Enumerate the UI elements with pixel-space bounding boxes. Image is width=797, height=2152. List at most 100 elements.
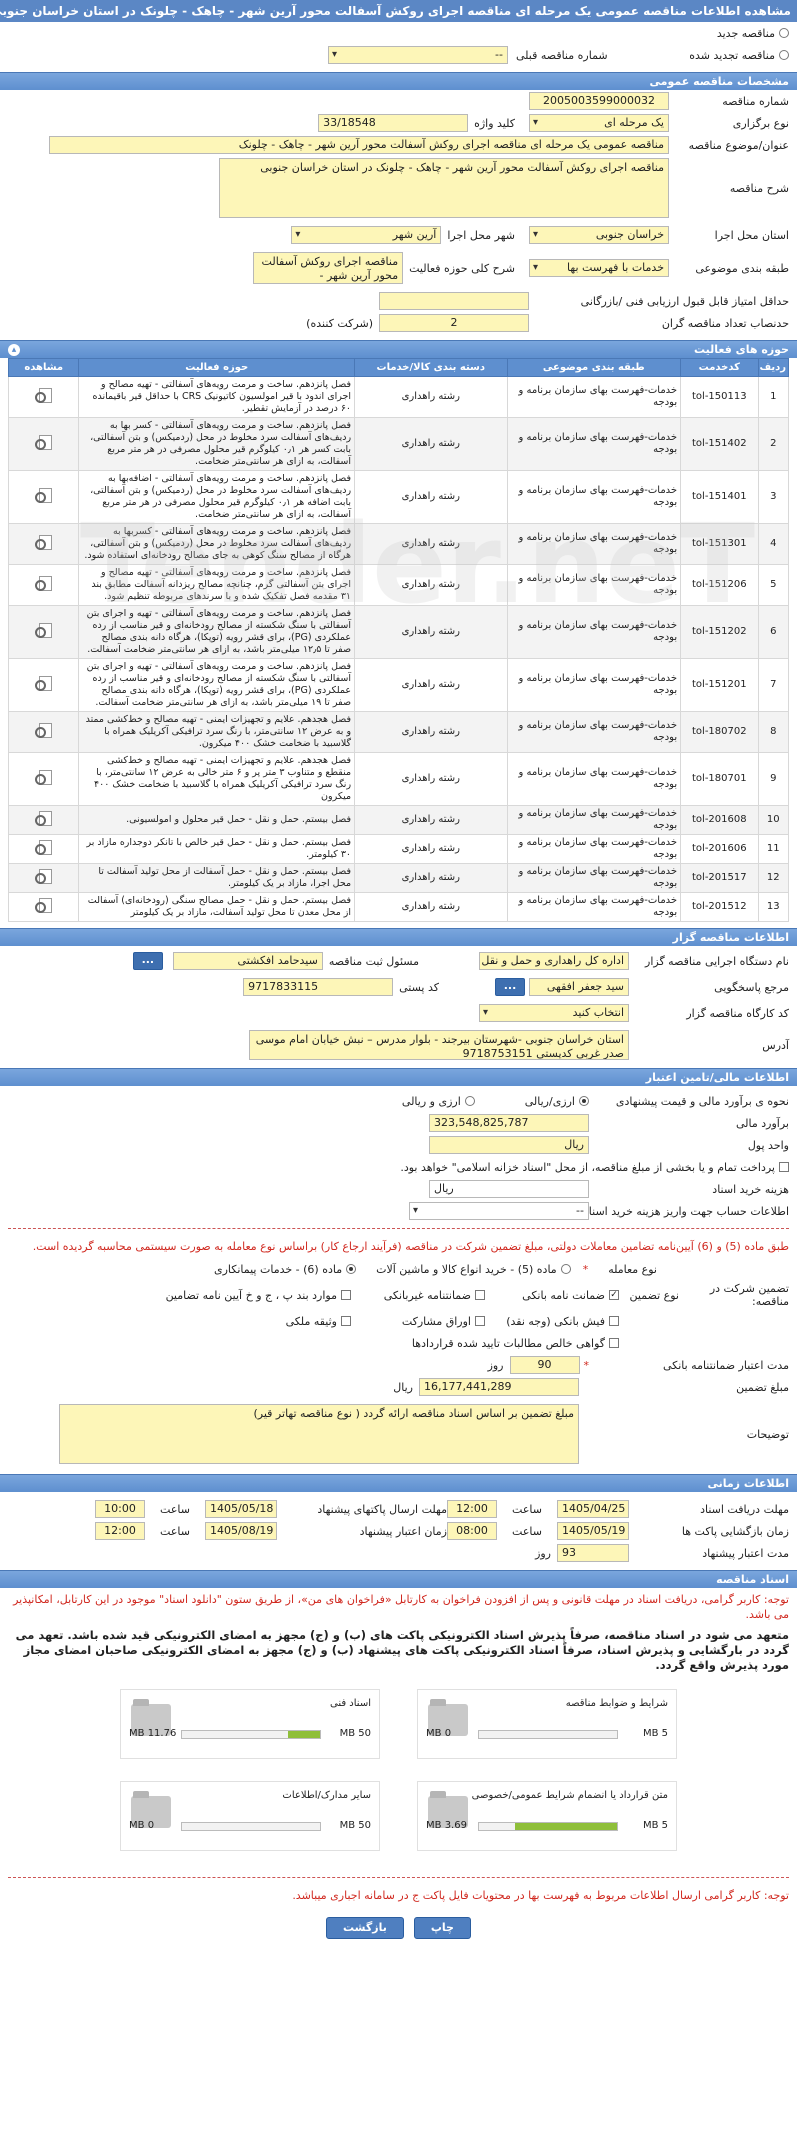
renewed-tender-radio[interactable] — [779, 50, 789, 60]
row-group: رشته راهداری — [354, 417, 508, 471]
prev-number-select[interactable]: -- — [328, 46, 508, 64]
notes-field[interactable]: مبلغ تضمین بر اساس اسناد مناقصه ارائه گر… — [59, 1404, 579, 1464]
view-document-icon[interactable] — [34, 838, 54, 856]
validity-date-field[interactable]: 1405/08/19 — [205, 1522, 277, 1540]
receive-deadline-label: مهلت دریافت اسناد — [700, 1502, 789, 1516]
receive-time-field[interactable]: 12:00 — [447, 1500, 497, 1518]
row-code: tol-151206 — [680, 564, 759, 606]
new-tender-radio[interactable] — [779, 28, 789, 38]
city-select[interactable]: آرین شهر — [291, 226, 442, 244]
estimate-amount-field[interactable]: 323,548,825,787 — [429, 1114, 589, 1132]
row-group: رشته راهداری — [354, 564, 508, 606]
print-button[interactable]: چاپ — [413, 1917, 471, 1939]
org-name-field[interactable]: اداره کل راهداری و حمل و نقل — [479, 952, 629, 970]
guarantee-amount-unit: ریال — [393, 1380, 413, 1394]
view-document-icon[interactable] — [34, 768, 54, 786]
row-group: رشته راهداری — [354, 892, 508, 922]
regulation-items-checkbox[interactable] — [341, 1290, 351, 1300]
row-code: tol-150113 — [680, 376, 759, 418]
cash-checkbox[interactable] — [609, 1316, 619, 1326]
registrar-field[interactable]: سیدحامد افکشتی — [172, 952, 323, 970]
reference-select-button[interactable]: ... — [495, 978, 525, 996]
doc-title: اسناد فنی — [330, 1698, 371, 1709]
back-button[interactable]: بازگشت — [326, 1917, 404, 1939]
view-document-icon[interactable] — [34, 533, 54, 551]
view-document-icon[interactable] — [34, 721, 54, 739]
property-checkbox[interactable] — [341, 1316, 351, 1326]
guarantee-amount-field[interactable]: 16,177,441,289 — [419, 1378, 579, 1396]
header-options: مناقصه جدید — [0, 22, 797, 44]
subject-field[interactable]: مناقصه عمومی یک مرحله ای مناقصه اجرای رو… — [49, 136, 669, 154]
row-view — [7, 605, 80, 659]
row-category: خدمات-فهرست بهای سازمان برنامه و بودجه — [506, 863, 682, 893]
tender-number-field[interactable]: 2005003599000032 — [529, 92, 669, 110]
nonbank-guarantee-label: ضمانتنامه غیربانکی — [383, 1288, 471, 1302]
row-view — [7, 863, 80, 893]
view-document-icon[interactable] — [34, 867, 54, 885]
table-row: 11 tol-201606 خدمات-فهرست بهای سازمان برنا… — [7, 834, 790, 864]
table-row: 4 tol-151301 خدمات-فهرست بهای سازمان برنام… — [7, 523, 790, 565]
collapse-icon[interactable]: ▴ — [8, 344, 20, 356]
account-label: اطلاعات حساب جهت واریز هزینه خرید اسناد — [583, 1204, 789, 1218]
province-select[interactable]: خراسان جنوبی — [529, 226, 669, 244]
validity-field[interactable]: 90 — [509, 1356, 580, 1374]
scope-field[interactable]: مناقصه اجرای روکش آسفالت محور آرین شهر - — [253, 252, 404, 284]
opening-date-field[interactable]: 1405/05/19 — [557, 1522, 629, 1540]
min-score-label: حداقل امتیاز قابل قبول ارزیابی فنی /بازر… — [580, 294, 789, 308]
row-activity: فصل بیستم. حمل و نقل - حمل قیر محلول و ا… — [78, 805, 356, 835]
deal-type-6-radio[interactable] — [346, 1264, 357, 1274]
estimate-rial-radio[interactable] — [579, 1096, 589, 1106]
doc-card-technical[interactable]: اسناد فنی 50 MB 11.76 MB — [120, 1689, 380, 1759]
min-score-field[interactable] — [379, 292, 529, 310]
validity-time-field[interactable]: 12:00 — [95, 1522, 145, 1540]
send-date-field[interactable]: 1405/05/18 — [205, 1500, 277, 1518]
row-category: خدمات-فهرست بهای سازمان برنامه و بودجه — [506, 376, 682, 418]
doc-cost-field[interactable]: ریال — [429, 1180, 589, 1198]
receive-date-field[interactable]: 1405/04/25 — [557, 1500, 629, 1518]
col-category: طبقه بندی موضوعی — [506, 358, 682, 377]
min-bidders-field[interactable]: 2 — [379, 314, 529, 332]
claims-checkbox[interactable] — [609, 1338, 619, 1348]
guarantee-amount-label: مبلغ تضمین — [736, 1380, 789, 1394]
view-document-icon[interactable] — [34, 386, 54, 404]
workshop-select[interactable]: انتخاب کنید — [479, 1004, 629, 1022]
guarantee-type-sublabel: نوع تضمین — [629, 1288, 679, 1302]
category-select[interactable]: خدمات با فهرست بها — [529, 259, 669, 277]
keyword-field[interactable]: 33/18548 — [318, 114, 469, 132]
account-select[interactable]: -- — [409, 1202, 589, 1220]
view-document-icon[interactable] — [34, 486, 54, 504]
deal-type-5-radio[interactable] — [560, 1264, 571, 1274]
view-document-icon[interactable] — [34, 621, 54, 639]
view-document-icon[interactable] — [34, 574, 54, 592]
tender-number-label: شماره مناقصه — [722, 94, 789, 108]
doc-card-terms[interactable]: شرایط و ضوابط مناقصه 5 MB 0 MB — [417, 1689, 677, 1759]
view-document-icon[interactable] — [34, 896, 54, 914]
row-code: tol-151401 — [680, 470, 759, 524]
doc-card-contract[interactable]: متن قرارداد یا انضمام شرایط عمومی/خصوصی … — [417, 1781, 677, 1851]
doc-card-other[interactable]: سایر مدارک/اطلاعات 50 MB 0 MB — [120, 1781, 380, 1851]
estimate-both-radio[interactable] — [464, 1096, 475, 1106]
holding-type-select[interactable]: یک مرحله ای — [529, 114, 669, 132]
bank-guarantee-checkbox[interactable] — [609, 1290, 619, 1300]
doc-progress — [181, 1730, 321, 1739]
bonds-checkbox[interactable] — [475, 1316, 485, 1326]
doc-current-size: 0 MB — [426, 1728, 452, 1739]
nonbank-guarantee-checkbox[interactable] — [475, 1290, 485, 1300]
view-document-icon[interactable] — [34, 674, 54, 692]
address-field[interactable]: استان خراسان جنوبی -شهرستان بیرجند - بلو… — [249, 1030, 629, 1060]
row-group: رشته راهداری — [354, 711, 508, 753]
send-time-field[interactable]: 10:00 — [95, 1500, 145, 1518]
bid-validity-field[interactable]: 93 — [557, 1544, 629, 1562]
opening-time-field[interactable]: 08:00 — [447, 1522, 497, 1540]
registrar-select-button[interactable]: ... — [132, 952, 163, 970]
postal-code-field[interactable]: 9717833115 — [243, 978, 394, 996]
view-document-icon[interactable] — [34, 809, 54, 827]
row-group: رشته راهداری — [354, 470, 508, 524]
address-label: آدرس — [762, 1038, 789, 1052]
currency-field[interactable]: ریال — [429, 1136, 589, 1154]
treasury-checkbox[interactable] — [779, 1162, 789, 1172]
opening-time-sublabel: ساعت — [512, 1524, 542, 1538]
view-document-icon[interactable] — [34, 433, 54, 451]
description-field[interactable]: مناقصه اجرای روکش آسفالت محور آرین شهر -… — [219, 158, 669, 218]
reference-field[interactable]: سید جعفر افقهی — [529, 978, 629, 996]
